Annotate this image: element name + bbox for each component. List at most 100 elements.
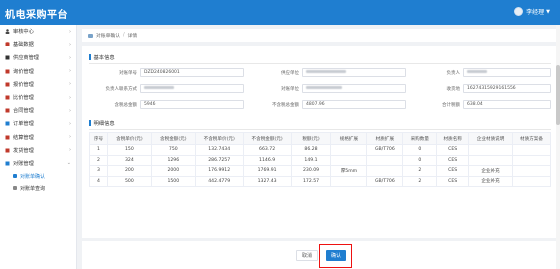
owner-field[interactable]	[463, 68, 551, 77]
sidebar-item-supplier[interactable]: 供应商管理 ›	[0, 51, 76, 64]
sidebar-item-inquiry[interactable]: 询价管理 ›	[0, 65, 76, 78]
table-cell	[468, 144, 514, 156]
sidebar-item-audit[interactable]: 审核中心 ›	[0, 25, 76, 38]
chevron-down-icon[interactable]: ▼	[546, 9, 550, 15]
sidebar-item-base-data[interactable]: 基础数据 ›	[0, 38, 76, 51]
main-content: 对账单确认 / 详情 基本信息 对账单号 DZD240826001 供应单位 负…	[78, 25, 560, 269]
total-without-tax-field[interactable]: 4807.96	[302, 100, 406, 109]
table-header: 不含税单价(元)	[194, 132, 244, 145]
table-cell: 2	[402, 165, 438, 177]
sidebar-item-label: 审核中心	[13, 29, 34, 36]
database-icon	[5, 42, 10, 47]
table-row: 1 150 750 132.7434 663.72 86.28 GB/T706 …	[89, 144, 551, 156]
sidebar-item-label: 订单管理	[13, 121, 34, 128]
table-cell: GB/T706	[366, 144, 404, 156]
table-cell: 132.7434	[194, 144, 244, 156]
field-label: 含税总金额	[114, 103, 138, 108]
cancel-button[interactable]: 取消	[296, 250, 318, 261]
sidebar-item-label: 发货管理	[13, 147, 34, 154]
redacted-value	[467, 70, 487, 73]
detail-table: 序号 含税单价(元) 含税金额(元) 不含税单价(元) 不含税金额(元) 税额(…	[89, 132, 551, 187]
table-cell: 500	[106, 175, 152, 187]
field-label: 收货地	[446, 87, 461, 92]
shipping-icon	[5, 148, 10, 153]
sidebar-item-label: 比价管理	[13, 95, 34, 102]
table-cell: 1327.43	[242, 175, 292, 187]
table-cell: 86.28	[290, 144, 332, 156]
table-row: 3 200 2000 176.9912 1769.91 230.09 厚5mm …	[89, 165, 551, 177]
table-cell: 3	[89, 165, 108, 177]
reconcile-icon	[5, 161, 10, 166]
table-cell: 324	[106, 154, 152, 166]
sidebar-item-label: 合同管理	[13, 108, 34, 115]
field-label: 负责人联系方式	[105, 87, 138, 92]
breadcrumb-parent[interactable]: 对账单确认	[96, 32, 120, 39]
reconcile-unit-field[interactable]	[302, 84, 406, 93]
table-header: 税额(元)	[290, 132, 332, 145]
table-cell: 442.4779	[194, 175, 244, 187]
settlement-icon	[5, 135, 10, 140]
chevron-right-icon: ›	[69, 134, 71, 141]
table-cell	[512, 165, 551, 177]
chevron-right-icon: ›	[69, 81, 71, 88]
total-tax-field[interactable]: 638.04	[463, 100, 551, 109]
table-header: 含税单价(元)	[106, 132, 152, 145]
sidebar-item-label: 询价管理	[13, 68, 34, 75]
sidebar: 审核中心 › 基础数据 › 供应商管理 › 询价管理 › 报价管理 › 比价管理…	[0, 25, 77, 269]
chevron-right-icon: ›	[69, 147, 71, 154]
table-header-row: 序号 含税单价(元) 含税金额(元) 不含税单价(元) 不含税金额(元) 税额(…	[89, 132, 551, 145]
sidebar-item-quote[interactable]: 报价管理 ›	[0, 78, 76, 91]
table-cell: 企业补充	[468, 165, 514, 177]
table-cell: 1	[89, 144, 108, 156]
field-label: 负责人	[446, 71, 461, 76]
owner-contact-field[interactable]	[140, 84, 244, 93]
user-menu[interactable]: 李经理 ▼	[514, 7, 550, 16]
user-name[interactable]: 李经理	[526, 7, 544, 16]
sidebar-item-compare[interactable]: 比价管理 ›	[0, 91, 76, 104]
sidebar-item-order[interactable]: 订单管理 ›	[0, 117, 76, 130]
sidebar-item-reconcile[interactable]: 对账管理 ⌄	[0, 157, 76, 170]
table-header: 序号	[89, 132, 108, 145]
compare-icon	[5, 95, 10, 100]
breadcrumb-current: 详情	[127, 34, 138, 39]
table-cell: 663.72	[242, 144, 292, 156]
table-header: 材质方案备	[512, 132, 551, 145]
table-cell	[468, 154, 514, 166]
table-cell: 0	[402, 144, 438, 156]
redacted-value	[306, 86, 342, 89]
table-cell: CES	[436, 165, 470, 177]
table-cell: 企业补充	[468, 175, 514, 187]
section-marker	[89, 120, 91, 126]
highlight-box	[319, 244, 352, 268]
sidebar-item-contract[interactable]: 合同管理 ›	[0, 104, 76, 117]
basic-info-title: 基本信息	[89, 53, 115, 61]
sidebar-subitem-query[interactable]: 对账单查询	[0, 182, 76, 194]
chevron-right-icon: ›	[69, 120, 71, 127]
receiving-field[interactable]: 16274315929161556	[463, 84, 551, 93]
table-header: 材质名称	[436, 132, 470, 145]
reconcile-no-field[interactable]: DZD240826001	[140, 68, 244, 77]
table-cell: 0	[402, 154, 438, 166]
sidebar-subitem-label: 对账单确认	[20, 173, 46, 180]
total-with-tax-field[interactable]: 5946	[140, 100, 244, 109]
scroll-thumb[interactable]	[556, 65, 560, 125]
inquiry-icon	[5, 69, 10, 74]
avatar[interactable]	[514, 7, 524, 16]
table-cell	[512, 154, 551, 166]
chevron-right-icon: ›	[69, 54, 71, 61]
supplier-field[interactable]	[302, 68, 406, 77]
quote-icon	[5, 82, 10, 87]
person-icon	[5, 29, 10, 35]
scrollbar[interactable]	[556, 25, 560, 269]
sidebar-item-shipping[interactable]: 发货管理 ›	[0, 144, 76, 157]
table-header: 材质扩展	[366, 132, 404, 145]
redacted-value	[306, 70, 346, 73]
sidebar-subitem-confirm[interactable]: 对账单确认	[0, 170, 76, 182]
sidebar-item-label: 对账管理	[13, 160, 34, 167]
table-cell	[330, 154, 368, 166]
sidebar-item-settlement[interactable]: 结算管理 ›	[0, 131, 76, 144]
divider	[89, 63, 551, 64]
table-cell: GB/T706	[366, 175, 404, 187]
chevron-right-icon: ›	[69, 107, 71, 114]
field-label: 供应单位	[281, 71, 299, 76]
